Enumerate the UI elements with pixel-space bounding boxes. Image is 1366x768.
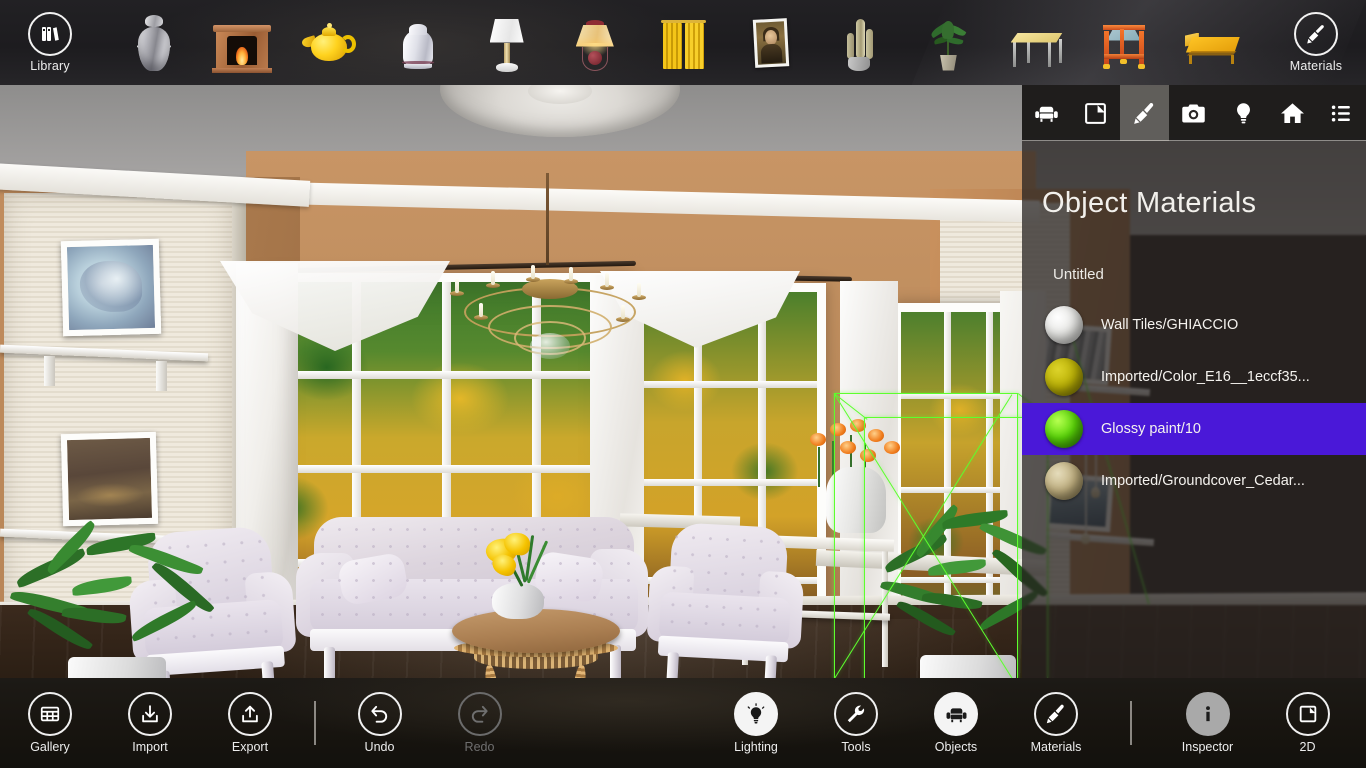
gallery-grid-icon (28, 692, 72, 736)
library-books-icon (28, 12, 72, 56)
object-materials-panel: Object Materials Untitled Wall Tiles/GHI… (1022, 85, 1366, 678)
tools-button[interactable]: Tools (806, 678, 906, 768)
application-window: Library Materials Object Materials Untit… (0, 0, 1366, 768)
lighting-button[interactable]: Lighting (706, 678, 806, 768)
shelf-bracket (156, 361, 167, 391)
objects-button[interactable]: Objects (906, 678, 1006, 768)
chandelier-cord (546, 173, 549, 265)
object-thumb-ornate-lamp[interactable] (559, 6, 631, 80)
undo-arrow-icon (357, 692, 402, 736)
object-thumb-potted-plant[interactable] (911, 6, 983, 80)
objects-label: Objects (934, 740, 978, 754)
potted-plant-left[interactable] (9, 519, 230, 678)
redo-button[interactable]: Redo (430, 678, 530, 768)
materials-library-label: Materials (1289, 59, 1343, 73)
import-label: Import (132, 740, 168, 754)
chandelier[interactable] (430, 261, 670, 381)
export-label: Export (231, 740, 269, 754)
lightbulb-icon (734, 692, 778, 736)
armchair-right[interactable] (645, 521, 805, 678)
object-thumb-fireplace[interactable] (206, 6, 278, 80)
import-button[interactable]: Import (100, 678, 200, 768)
material-list-item[interactable]: Imported/Groundcover_Cedar... (1022, 455, 1366, 507)
materials-button[interactable]: Materials (1006, 678, 1106, 768)
object-thumb-cactus[interactable] (823, 6, 895, 80)
tab-list-menu[interactable] (1317, 85, 1366, 141)
object-thumb-jug[interactable] (382, 6, 454, 80)
object-thumb-curtains[interactable] (647, 6, 719, 80)
object-thumb-teapot[interactable] (294, 6, 366, 80)
materials-list: Wall Tiles/GHIACCIO Imported/Color_E16__… (1022, 299, 1366, 507)
gallery-button[interactable]: Gallery (0, 678, 100, 768)
paintbrush-icon (1294, 12, 1338, 56)
framed-art-left-lower (60, 431, 159, 527)
material-swatch (1045, 462, 1083, 500)
framed-art-left-upper (60, 238, 162, 337)
undo-label: Undo (364, 740, 395, 754)
gallery-label: Gallery (30, 740, 70, 754)
shelf-bracket (44, 356, 55, 386)
inspector-group: Inspector 2D (1130, 678, 1358, 768)
object-thumb-stool[interactable] (1088, 6, 1160, 80)
library-button[interactable]: Library (0, 0, 100, 85)
redo-label: Redo (464, 740, 495, 754)
inspector-label: Inspector (1181, 740, 1234, 754)
file-actions-group: Gallery Import Export Undo Redo (0, 678, 530, 768)
wrench-icon (834, 692, 878, 736)
library-button-label: Library (30, 59, 70, 73)
panel-title: Object Materials (1042, 187, 1257, 219)
material-name: Wall Tiles/GHIACCIO (1101, 317, 1239, 333)
material-list-item[interactable]: Imported/Color_E16__1eccf35... (1022, 351, 1366, 403)
tab-objects[interactable] (1022, 85, 1071, 141)
object-thumb-vase[interactable] (118, 6, 190, 80)
top-object-library-toolbar: Library Materials (0, 0, 1366, 85)
material-list-item[interactable]: Wall Tiles/GHIACCIO (1022, 299, 1366, 351)
material-swatch (1045, 410, 1083, 448)
tools-label: Tools (841, 740, 871, 754)
toolbar-divider (314, 701, 316, 745)
upload-arrow-icon (228, 692, 272, 736)
panel-tab-bar (1022, 85, 1366, 141)
tools-group: Lighting Tools Objects Materials (706, 678, 1106, 768)
toolbar-divider (1130, 701, 1132, 745)
armchair-icon (934, 692, 978, 736)
info-icon (1185, 692, 1230, 736)
panel-subtitle: Untitled (1053, 266, 1104, 283)
tab-lighting[interactable] (1219, 85, 1268, 141)
floorplan-icon (1285, 692, 1330, 736)
yellow-flowers (470, 531, 566, 591)
tab-camera[interactable] (1169, 85, 1218, 141)
export-button[interactable]: Export (200, 678, 300, 768)
paintbrush-icon (1034, 692, 1078, 736)
redo-arrow-icon (457, 692, 502, 736)
material-swatch (1045, 358, 1083, 396)
2d-view-button[interactable]: 2D (1258, 678, 1358, 768)
object-thumbnail-strip (100, 0, 1266, 85)
tab-home[interactable] (1268, 85, 1317, 141)
inspector-button[interactable]: Inspector (1158, 678, 1258, 768)
material-list-item-selected[interactable]: Glossy paint/10 (1022, 403, 1366, 455)
materials-library-button[interactable]: Materials (1266, 0, 1366, 85)
object-thumb-table-lamp[interactable] (471, 6, 543, 80)
material-name: Glossy paint/10 (1101, 421, 1201, 437)
lighting-label: Lighting (734, 740, 778, 754)
undo-button[interactable]: Undo (330, 678, 430, 768)
tab-materials[interactable] (1120, 85, 1170, 141)
material-name: Imported/Color_E16__1eccf35... (1101, 369, 1310, 385)
materials-label: Materials (1030, 740, 1082, 754)
panel-content: Object Materials Untitled Wall Tiles/GHI… (1022, 141, 1366, 678)
2d-label: 2D (1299, 740, 1316, 754)
bottom-toolbar: Gallery Import Export Undo Redo Lighting… (0, 678, 1366, 768)
object-thumb-table[interactable] (1000, 6, 1072, 80)
download-arrow-icon (128, 692, 172, 736)
tab-floorplan[interactable] (1071, 85, 1120, 141)
material-name: Imported/Groundcover_Cedar... (1101, 473, 1305, 489)
object-thumb-bed[interactable] (1176, 6, 1248, 80)
object-thumb-painting[interactable] (735, 6, 807, 80)
material-swatch (1045, 306, 1083, 344)
